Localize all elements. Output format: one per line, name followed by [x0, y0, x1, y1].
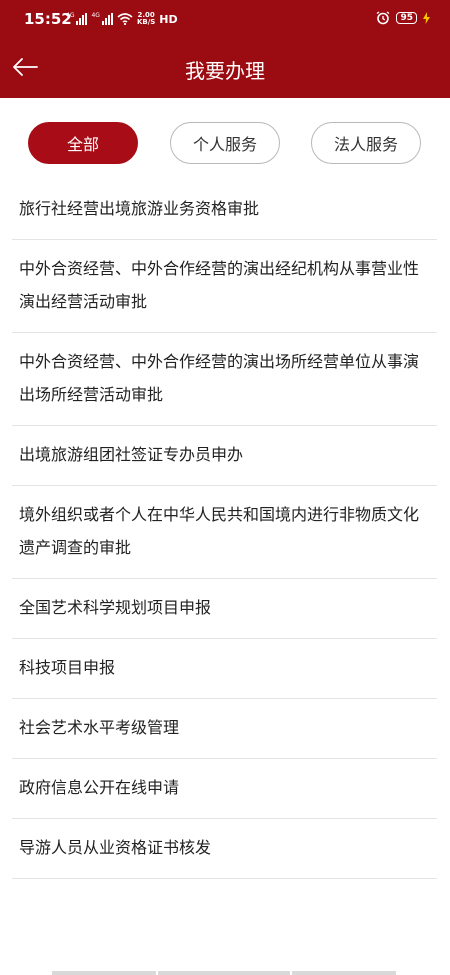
tab-legal-entity-services[interactable]: 法人服务	[311, 122, 421, 164]
list-item[interactable]: 社会艺术水平考级管理	[12, 699, 437, 759]
list-item[interactable]: 中外合资经营、中外合作经营的演出场所经营单位从事演出场所经营活动审批	[12, 333, 437, 426]
bottom-divider	[292, 971, 396, 975]
page-title: 我要办理	[185, 59, 265, 83]
list-item[interactable]: 科技项目申报	[12, 639, 437, 699]
status-bar: 15:52 4G 4G 2.00 KB/S HD 95	[0, 0, 450, 36]
charging-icon	[423, 12, 430, 24]
list-item[interactable]: 全国艺术科学规划项目申报	[12, 579, 437, 639]
hd-indicator: HD	[159, 12, 178, 26]
bottom-divider	[158, 971, 290, 975]
alarm-icon	[377, 11, 390, 25]
signal-icon: 4G	[91, 13, 113, 25]
tab-personal-services[interactable]: 个人服务	[170, 122, 280, 164]
network-speed: 2.00 KB/S	[136, 11, 156, 26]
service-tabs: 全部 个人服务 法人服务	[0, 122, 450, 166]
signal-icon: 4G	[66, 13, 88, 25]
app-header: 我要办理	[0, 36, 450, 98]
tab-all[interactable]: 全部	[28, 122, 138, 164]
service-list: 旅行社经营出境旅游业务资格审批 中外合资经营、中外合作经营的演出经纪机构从事营业…	[12, 180, 437, 879]
list-item[interactable]: 政府信息公开在线申请	[12, 759, 437, 819]
bottom-divider	[52, 971, 156, 975]
list-item[interactable]: 境外组织或者个人在中华人民共和国境内进行非物质文化遗产调查的审批	[12, 486, 437, 579]
status-time: 15:52	[24, 10, 72, 28]
list-item[interactable]: 出境旅游组团社签证专办员申办	[12, 426, 437, 486]
status-right-icons: 95	[376, 11, 430, 25]
list-item[interactable]: 旅行社经营出境旅游业务资格审批	[12, 180, 437, 240]
wifi-icon	[117, 13, 133, 25]
list-item[interactable]: 中外合资经营、中外合作经营的演出经纪机构从事营业性演出经营活动审批	[12, 240, 437, 333]
status-left-icons: 4G 4G 2.00 KB/S HD	[66, 12, 178, 26]
list-item[interactable]: 导游人员从业资格证书核发	[12, 819, 437, 879]
battery-indicator: 95	[396, 12, 417, 24]
